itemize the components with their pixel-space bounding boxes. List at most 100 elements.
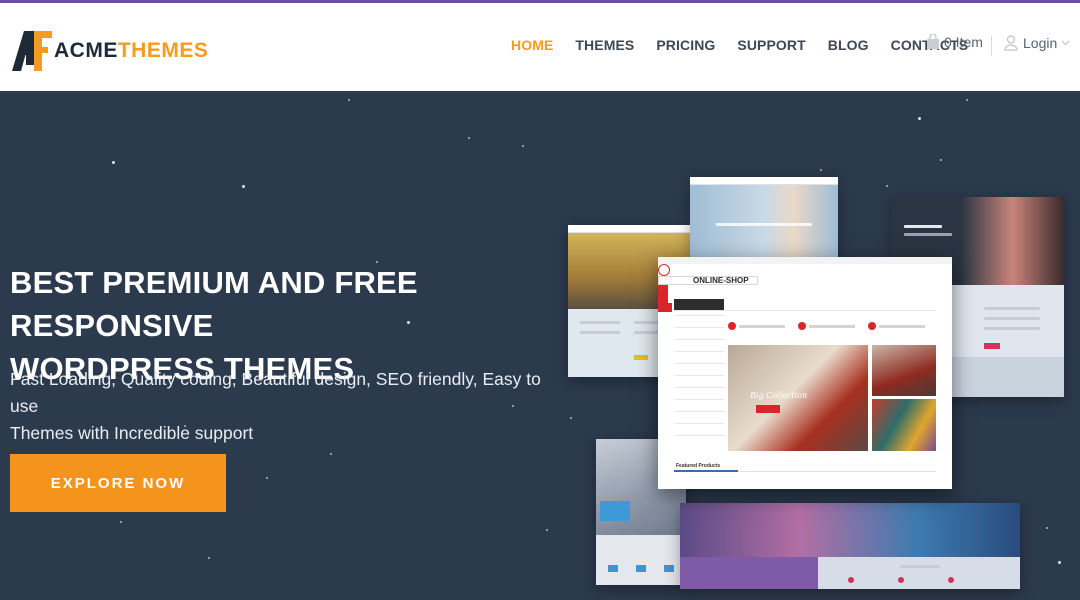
star-decoration [820,169,822,171]
hero-section: BEST PREMIUM AND FREE RESPONSIVE WORDPRE… [0,91,1080,600]
explore-now-button[interactable]: EXPLORE NOW [10,454,226,512]
screenshot-hero-image [690,185,838,259]
theme-screenshot-online-shop: ONLINE-SHOP Big Collection Featured Prod… [658,257,952,489]
header-divider [991,36,992,56]
screenshot-topbar [658,257,952,264]
star-decoration [120,521,122,523]
shop-category-item [674,399,724,400]
star-decoration [348,99,350,101]
nav-item-pricing[interactable]: PRICING [645,37,726,53]
support-icon [868,322,876,330]
shop-category-item [674,339,724,340]
hero-subtitle-line-2: Themes with Incredible support [10,423,254,443]
chevron-down-icon [1061,40,1070,46]
screenshot-topbar [690,177,838,185]
login-link[interactable]: Login [1004,35,1075,51]
shop-logo-icon [658,264,670,276]
logo-text-acme: ACME [54,39,118,62]
screenshot-service-icon [636,565,646,572]
shop-category-list [674,315,724,455]
shop-cart-badge [658,303,672,312]
shop-category-item [674,375,724,376]
hero-subtitle: Fast Loading, Quality coding, Beautiful … [10,366,550,447]
star-decoration [266,477,268,479]
star-decoration [112,161,115,164]
shop-section-accent [674,470,738,472]
screenshot-text-line [904,225,942,228]
nav-item-blog[interactable]: BLOG [817,37,880,53]
star-decoration [918,117,921,120]
logo-text-themes: THEMES [117,39,209,62]
screenshot-section [818,557,1020,589]
star-decoration [208,557,210,559]
screenshot-hero-image [600,501,630,521]
screenshot-button [984,343,1000,349]
screenshot-service-icon [608,565,618,572]
shop-feature-support [868,319,925,333]
star-decoration [966,99,968,101]
shop-search-icon [658,285,668,294]
user-icon [1004,35,1018,51]
shop-category-item [674,423,724,424]
shop-banner-text: Big Collection [750,391,808,400]
star-decoration [1058,561,1061,564]
shop-category-item [674,315,724,316]
star-decoration [468,137,470,139]
screenshot-text-line [984,327,1040,330]
shop-category-item [674,435,724,436]
screenshot-button [634,355,648,360]
shop-categories-button [674,299,724,310]
login-label: Login [1023,35,1058,51]
shop-category-item [674,363,724,364]
shopping-bag-icon [927,34,939,49]
nav-item-support[interactable]: SUPPORT [726,37,816,53]
shipping-icon [728,322,736,330]
screenshot-icon [948,577,954,583]
screenshot-text-line [809,324,855,328]
screenshot-text-line [739,324,785,328]
main-nav: HOME THEMES PRICING SUPPORT BLOG CONTACT… [500,37,979,53]
screenshot-text-line [984,307,1040,310]
nav-item-themes[interactable]: THEMES [564,37,645,53]
cart-label: 0 Item [944,34,983,50]
shop-side-banner-2 [872,399,936,451]
nav-item-home[interactable]: HOME [500,37,564,53]
star-decoration [522,145,524,147]
screenshot-icon [898,577,904,583]
logo-text: ACMETHEMES [54,39,208,63]
cart-link[interactable]: 0 Item [926,34,983,50]
shop-category-item [674,411,724,412]
site-logo[interactable]: ACMETHEMES [12,27,208,71]
screenshot-text-line [904,233,952,236]
star-decoration [242,185,245,188]
logo-mark-icon [12,27,52,71]
shop-main-banner: Big Collection [728,345,868,451]
shop-category-item [674,351,724,352]
shop-section-title: Featured Products [676,463,721,469]
site-header: ACMETHEMES HOME THEMES PRICING SUPPORT B… [0,3,1080,91]
shop-feature-money-back [798,319,855,333]
shop-feature-shipping [728,319,785,333]
shop-cart-icon [658,294,668,303]
shop-side-banner-1 [872,345,936,396]
screenshot-text-line [984,317,1040,320]
screenshot-text-line [580,331,620,334]
star-decoration [940,159,942,161]
theme-screenshot-fashion [690,177,838,259]
screenshot-service-icon [664,565,674,572]
screenshot-text-line [716,223,812,226]
screenshot-text-line [580,321,620,324]
hero-subtitle-line-1: Fast Loading, Quality coding, Beautiful … [10,369,541,416]
screenshot-hero-image [680,503,1020,557]
theme-screenshot-events [680,503,1020,589]
screenshot-icon [848,577,854,583]
shop-category-item [674,387,724,388]
screenshot-text-line [900,565,940,568]
screenshot-topbar [568,225,690,233]
star-decoration [330,453,332,455]
screenshot-text-line [879,324,925,328]
star-decoration [570,417,572,419]
shop-banner-button [756,405,780,413]
star-decoration [1046,527,1048,529]
star-decoration [546,529,548,531]
